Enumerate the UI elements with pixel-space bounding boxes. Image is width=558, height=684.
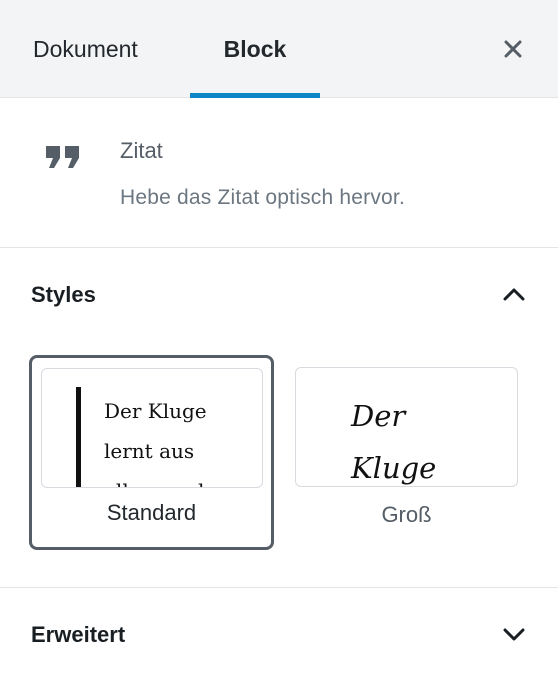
style-label-standard: Standard (106, 500, 197, 525)
style-preview-gross: Der Kluge (295, 367, 518, 487)
style-option-standard[interactable]: Der Kluge lernt aus allem und Standard (29, 355, 274, 550)
preview-text: Der Kluge (351, 390, 511, 486)
styles-panel-title: Styles (31, 282, 96, 307)
block-card: Zitat Hebe das Zitat optisch hervor. (0, 98, 558, 248)
close-button[interactable] (496, 32, 530, 66)
chevron-down-icon (503, 628, 525, 641)
block-title: Zitat (120, 138, 163, 163)
chevron-up-icon (503, 288, 525, 301)
block-description: Hebe das Zitat optisch hervor. (120, 186, 405, 209)
quote-icon (46, 146, 79, 168)
preview-text: Der Kluge lernt aus allem und (104, 391, 254, 487)
preview-line: lernt aus (104, 439, 195, 463)
preview-line: Der (351, 399, 406, 433)
preview-line: Der Kluge (104, 399, 207, 423)
advanced-panel-toggle[interactable]: Erweitert (0, 588, 558, 684)
tab-block[interactable]: Block (190, 0, 320, 98)
tab-document[interactable]: Dokument (33, 0, 138, 98)
preview-line: allem und (104, 471, 254, 487)
styles-panel-toggle[interactable]: Styles (0, 248, 558, 344)
sidebar-tabs: Dokument Block (0, 0, 558, 98)
style-preview-standard: Der Kluge lernt aus allem und (41, 368, 263, 488)
close-icon (504, 40, 522, 58)
advanced-panel-title: Erweitert (31, 622, 126, 647)
style-label-gross: Groß (381, 502, 432, 527)
quote-border (76, 387, 81, 487)
style-option-gross[interactable]: Der Kluge Groß (295, 367, 518, 537)
preview-line: Kluge (351, 451, 437, 485)
